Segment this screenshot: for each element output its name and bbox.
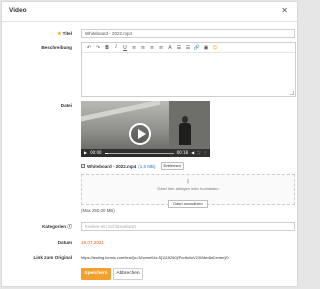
link-icon[interactable]: 🔗 <box>193 44 201 52</box>
cancel-button[interactable]: Abbrechen <box>113 268 143 280</box>
italic-button[interactable]: I <box>112 44 120 52</box>
upload-dropzone[interactable]: ⭳ Datei hier ablegen oder hochladen Date… <box>81 174 295 208</box>
video-progress-fill <box>104 152 109 154</box>
align-left-icon[interactable]: ≡ <box>130 44 138 52</box>
undo-icon[interactable]: ↶ <box>85 44 93 52</box>
dialog-title: Video <box>9 7 27 14</box>
required-star-icon: ★ <box>57 31 62 37</box>
bold-button[interactable]: B <box>103 44 111 52</box>
max-file-size: (Max 250,00 MB) <box>81 208 115 213</box>
volume-icon[interactable]: ◀ <box>191 149 194 157</box>
more-options-icon[interactable]: ⋮ <box>203 149 207 157</box>
close-icon[interactable]: ✕ <box>281 6 288 16</box>
remove-file-button[interactable]: Entfernen <box>160 162 184 170</box>
category-input[interactable]: Kreiere ein Schlüsselwort <box>81 222 295 231</box>
emoji-icon[interactable]: ☺ <box>211 44 219 52</box>
date-value: 19.07.2021 <box>81 240 104 245</box>
redo-icon[interactable]: ↷ <box>94 44 102 52</box>
info-icon[interactable]: ⓘ <box>67 224 72 229</box>
video-player[interactable]: ▶ 00:00 00:18 ◀ ⛶ ⋮ <box>81 101 210 157</box>
play-icon[interactable] <box>128 123 151 145</box>
video-frame-person-body <box>179 123 191 145</box>
link-label: Link zum Original <box>33 255 72 260</box>
link-value[interactable]: https://testing.formis.com/test/[u=3/hom… <box>81 255 229 260</box>
upload-hint: Datei hier ablegen oder hochladen <box>157 186 219 191</box>
category-label: Kategorien <box>42 224 67 229</box>
resize-handle-icon[interactable] <box>290 91 294 95</box>
video-controls: ▶ 00:00 00:18 ◀ ⛶ ⋮ <box>81 149 210 157</box>
dialog-titlebar: Video ✕ <box>2 2 297 22</box>
numbered-list-icon[interactable]: ☰ <box>175 44 183 52</box>
file-size: (1,5 MB) <box>138 163 156 169</box>
text-color-icon[interactable]: A <box>166 44 174 52</box>
align-justify-icon[interactable]: ≡ <box>157 44 165 52</box>
time-current: 00:00 <box>90 150 102 155</box>
title-input[interactable]: Whiteboard - 2022.mp4 <box>81 29 295 38</box>
video-progress-bar[interactable] <box>104 152 174 154</box>
file-name: Whiteboard - 2022.mp4 <box>87 163 137 169</box>
time-total: 00:18 <box>176 150 189 155</box>
title-label-row: ★Titel <box>2 31 72 37</box>
underline-button[interactable]: U <box>121 44 129 52</box>
category-label-row: Kategorien ⓘ <box>2 224 72 230</box>
align-center-icon[interactable]: ≡ <box>139 44 147 52</box>
description-editor[interactable]: ↶ ↷ B I U ≡ ≡ ≡ ≡ A ☰ ☰ 🔗 ▣ ☺ <box>81 42 296 97</box>
play-small-icon[interactable]: ▶ <box>84 149 87 157</box>
date-label: Datum <box>57 240 72 245</box>
description-label: Beschreibung <box>41 45 72 50</box>
title-label: Titel <box>62 31 72 36</box>
bulleted-list-icon[interactable]: ☰ <box>184 44 192 52</box>
video-dialog: Video ✕ ★Titel Whiteboard - 2022.mp4 Bes… <box>1 1 298 287</box>
choose-file-button[interactable]: Datei auswählen <box>168 200 208 208</box>
align-right-icon[interactable]: ≡ <box>148 44 156 52</box>
image-icon[interactable]: ▣ <box>202 44 210 52</box>
video-frame-person-head <box>182 116 188 123</box>
file-label: Datei <box>60 103 72 108</box>
fullscreen-icon[interactable]: ⛶ <box>197 149 200 157</box>
editor-toolbar: ↶ ↷ B I U ≡ ≡ ≡ ≡ A ☰ ☰ 🔗 ▣ ☺ <box>82 43 295 53</box>
save-button[interactable]: Speichern <box>81 268 111 280</box>
upload-icon: ⭳ <box>186 178 190 185</box>
file-checkbox[interactable] <box>81 164 85 168</box>
uploaded-file-row: Whiteboard - 2022.mp4 (1,5 MB) Entfernen <box>81 162 184 170</box>
